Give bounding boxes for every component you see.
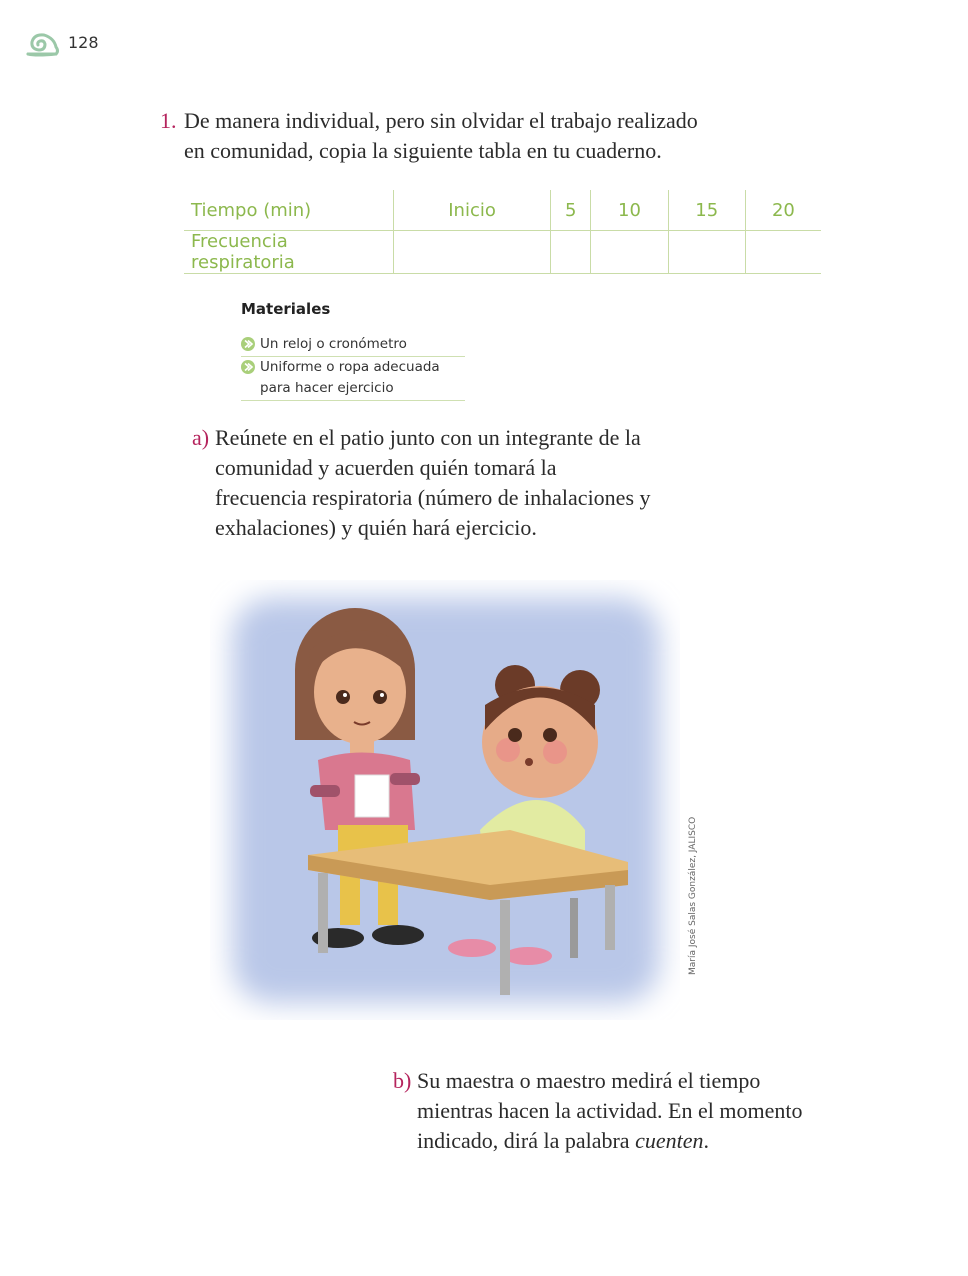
column-header: 15 [667, 190, 746, 231]
materials-list: Un reloj o cronómetro Uniforme o ropa ad… [241, 334, 465, 401]
table-cell [667, 230, 746, 274]
table-cell [550, 230, 591, 274]
page-number: 128 [68, 33, 99, 52]
item-b-text: Su maestra o maestro medirá el tiempo mi… [417, 1066, 813, 1156]
list-item: Un reloj o cronómetro [241, 334, 465, 357]
instruction-1: 1. De manera individual, pero sin olvida… [160, 106, 720, 166]
children-illustration [232, 598, 660, 1003]
table-cell [744, 230, 821, 274]
item-a-marker: a) [192, 425, 210, 450]
item-a: a) Reúnete en el patio junto con un inte… [192, 423, 652, 543]
column-header: 10 [590, 190, 669, 231]
material-label: Un reloj o cronómetro [260, 336, 407, 352]
emphasized-word: cuenten [635, 1128, 704, 1153]
chevron-bullet-icon [241, 337, 255, 351]
list-item: Uniforme o ropa adecuada para hacer ejer… [241, 357, 465, 401]
item-a-text: Reúnete en el patio junto con un integra… [215, 425, 651, 540]
illustration-credit: María José Salas González, JALISCO [688, 816, 698, 975]
column-header: 20 [744, 190, 821, 231]
snail-icon [26, 33, 59, 57]
item-b-marker: b) [393, 1068, 412, 1093]
breathing-table: Tiempo (min) Inicio 5 10 15 20 Frecuenci… [184, 190, 821, 274]
materials-title: Materiales [241, 300, 331, 318]
column-header: Inicio [392, 190, 551, 231]
table-cell [590, 230, 669, 274]
item-b-text-end: . [703, 1128, 709, 1153]
chevron-bullet-icon [241, 360, 255, 374]
row-label-frequency: Frecuencia respiratoria [184, 230, 394, 274]
table-row: Frecuencia respiratoria [184, 230, 821, 274]
instruction-number: 1. [160, 108, 177, 133]
item-b-text-main: Su maestra o maestro medirá el tiempo mi… [417, 1068, 803, 1153]
item-b: b) Su maestra o maestro medirá el tiempo… [393, 1066, 813, 1156]
table-row: Tiempo (min) Inicio 5 10 15 20 [184, 190, 821, 231]
row-label-time: Tiempo (min) [184, 190, 394, 231]
table-cell [392, 230, 551, 274]
material-label: Uniforme o ropa adecuada para hacer ejer… [260, 359, 440, 396]
column-header: 5 [550, 190, 591, 231]
instruction-text: De manera individual, pero sin olvidar e… [184, 108, 698, 163]
